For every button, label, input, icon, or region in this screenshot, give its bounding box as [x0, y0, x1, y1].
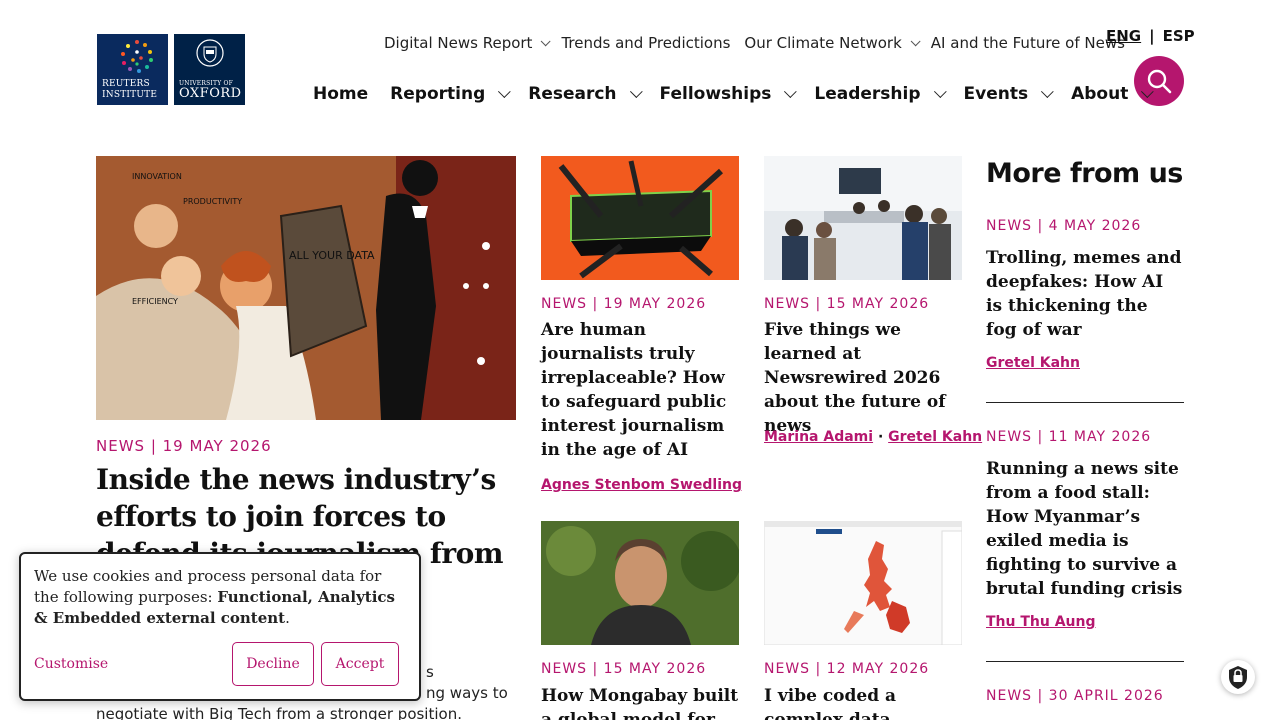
author-link[interactable]: Gretel Kahn — [986, 355, 1080, 371]
chevron-down-icon — [498, 84, 511, 98]
cookie-text-end: . — [285, 609, 290, 627]
sidebar-item-meta: NEWS | 30 APRIL 2026 — [986, 688, 1164, 704]
sidebar-item: NEWS | 30 APRIL 2026 — [986, 688, 1184, 704]
board-text: ALL YOUR DATA — [289, 249, 375, 262]
nav-label: Events — [963, 84, 1029, 104]
sidebar-item: NEWS | 11 MAY 2026 Running a news site f… — [986, 429, 1184, 630]
customise-link[interactable]: Customise — [34, 656, 108, 672]
lang-eng-link[interactable]: ENG — [1106, 27, 1141, 45]
chevron-down-icon — [541, 35, 552, 46]
nav-label: Fellowships — [659, 84, 772, 104]
nav-research[interactable]: Research — [528, 83, 643, 105]
divider — [986, 402, 1184, 403]
image-label: EFFICIENCY — [132, 297, 178, 306]
cookie-text: We use cookies and process personal data… — [34, 566, 409, 629]
nav-label: Leadership — [814, 84, 921, 104]
author-link[interactable]: Gretel Kahn — [888, 429, 982, 445]
nav-reporting[interactable]: Reporting — [390, 83, 511, 105]
chevron-down-icon — [629, 84, 643, 98]
privacy-settings-button[interactable] — [1221, 660, 1255, 694]
main-nav: Home Reporting Research Fellowships Lead… — [313, 83, 1171, 105]
topnav-label: Trends and Predictions — [561, 34, 731, 52]
language-switcher: ENG | ESP — [1106, 27, 1195, 45]
card-title[interactable]: How Mongabay built a global model for — [541, 684, 739, 720]
sidebar-item-meta: NEWS | 11 MAY 2026 — [986, 429, 1152, 445]
chevron-down-icon — [784, 84, 798, 98]
logo-text: REUTERS — [102, 79, 150, 89]
nav-label: Home — [313, 84, 369, 104]
nav-label: Reporting — [390, 84, 486, 104]
chevron-down-icon — [1041, 84, 1054, 98]
logo-text: OXFORD — [179, 86, 242, 101]
card-illustration — [541, 156, 739, 280]
author-list: Marina Adami · Gretel Kahn — [764, 429, 982, 445]
hero-meta: NEWS | 19 MAY 2026 — [96, 437, 272, 455]
cookie-consent-banner: We use cookies and process personal data… — [19, 552, 421, 701]
image-label: PRODUCTIVITY — [183, 197, 242, 206]
image-label: INNOVATION — [132, 172, 182, 181]
nav-fellowships[interactable]: Fellowships — [659, 83, 798, 105]
sidebar-item-title[interactable]: Running a news site from a food stall: H… — [986, 457, 1184, 601]
decline-button[interactable]: Decline — [232, 642, 314, 686]
card-image[interactable] — [764, 156, 962, 280]
topnav-trends-and-predictions[interactable]: Trends and Predictions — [561, 33, 730, 53]
card-image[interactable] — [764, 521, 962, 645]
card-image[interactable] — [541, 521, 739, 645]
nav-leadership[interactable]: Leadership — [814, 83, 947, 105]
card-meta: NEWS | 19 MAY 2026 — [541, 296, 707, 312]
card-title[interactable]: Are human journalists truly irreplaceabl… — [541, 318, 739, 462]
sidebar-item-title[interactable]: Trolling, memes and deepfakes: How AI is… — [986, 246, 1184, 342]
hero-illustration: ALL YOUR DATA INNOVATION PRODUCTIVITY EF… — [96, 156, 516, 420]
topnav-our-climate-network[interactable]: Our Climate Network — [744, 33, 921, 53]
lock-icon — [1229, 666, 1247, 689]
hero-image[interactable]: ALL YOUR DATA INNOVATION PRODUCTIVITY EF… — [96, 156, 516, 420]
chevron-down-icon — [910, 35, 921, 46]
divider — [986, 661, 1184, 662]
author-separator: · — [877, 429, 884, 445]
topnav-ai-future-of-news[interactable]: AI and the Future of News — [931, 33, 1125, 53]
dot-circle-icon — [121, 40, 153, 73]
lang-esp-link[interactable]: ESP — [1163, 27, 1195, 45]
topnav-label: Our Climate Network — [744, 34, 902, 52]
sidebar-heading: More from us — [986, 158, 1183, 189]
sidebar-item-meta: NEWS | 4 MAY 2026 — [986, 218, 1142, 234]
card-image[interactable] — [541, 156, 739, 280]
author-link[interactable]: Marina Adami — [764, 429, 873, 445]
reuters-institute-logo[interactable]: REUTERS INSTITUTE — [97, 34, 168, 105]
author-link[interactable]: Thu Thu Aung — [986, 614, 1096, 630]
hero-summary-line: negotiate with Big Tech from a stronger … — [96, 705, 462, 720]
portrait-photo — [541, 521, 739, 645]
topnav-digital-news-report[interactable]: Digital News Report — [384, 33, 552, 53]
university-of-oxford-logo[interactable]: UNIVERSITY OF OXFORD — [174, 34, 245, 105]
card-title[interactable]: I vibe coded a complex data visualizatio… — [764, 684, 962, 720]
oxford-crest-icon — [196, 39, 224, 67]
nav-home[interactable]: Home — [313, 83, 368, 105]
card-photo — [764, 156, 962, 280]
topnav-label: Digital News Report — [384, 34, 533, 52]
card-meta: NEWS | 12 MAY 2026 — [764, 661, 930, 677]
logo-text: INSTITUTE — [102, 90, 158, 100]
lang-separator: | — [1149, 27, 1155, 45]
nav-label: About — [1071, 84, 1129, 104]
author-link[interactable]: Agnes Stenbom Swedling — [541, 477, 742, 493]
chevron-down-icon — [1141, 84, 1155, 98]
nav-label: Research — [528, 84, 617, 104]
accept-button[interactable]: Accept — [321, 642, 399, 686]
card-title[interactable]: Five things we learned at Newsrewired 20… — [764, 318, 962, 438]
topnav-label: AI and the Future of News — [930, 34, 1125, 52]
map-screenshot — [764, 521, 962, 645]
secondary-nav: Digital News Report Trends and Predictio… — [384, 33, 1139, 53]
card-meta: NEWS | 15 MAY 2026 — [541, 661, 707, 677]
card-meta: NEWS | 15 MAY 2026 — [764, 296, 930, 312]
nav-about[interactable]: About — [1071, 83, 1155, 105]
nav-events[interactable]: Events — [963, 83, 1054, 105]
sidebar-item: NEWS | 4 MAY 2026 Trolling, memes and de… — [986, 218, 1184, 371]
chevron-down-icon — [933, 84, 947, 98]
